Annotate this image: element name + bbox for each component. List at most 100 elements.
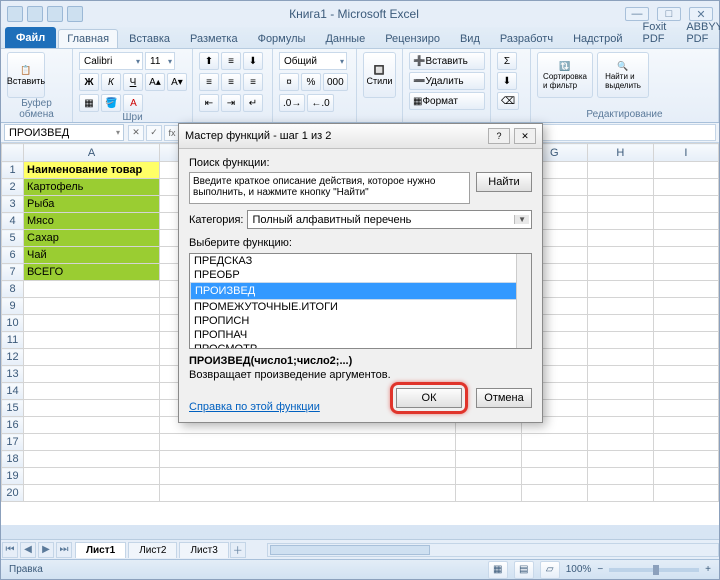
zoom-out-button[interactable]: − — [597, 564, 603, 575]
tab-abbyy[interactable]: ABBYY PDF — [677, 17, 720, 48]
underline-button[interactable]: Ч — [123, 73, 143, 91]
undo-icon[interactable] — [47, 6, 63, 22]
col-header[interactable]: I — [653, 144, 718, 162]
find-button[interactable]: Найти — [476, 172, 532, 192]
last-sheet-icon[interactable]: ⏭ — [56, 542, 72, 558]
col-header[interactable]: H — [587, 144, 653, 162]
cell[interactable] — [24, 451, 160, 468]
next-sheet-icon[interactable]: ▶ — [38, 542, 54, 558]
dialog-help-icon[interactable]: ? — [488, 128, 510, 144]
align-mid-button[interactable]: ≡ — [221, 52, 241, 70]
row-header[interactable]: 20 — [2, 485, 24, 502]
tab-layout[interactable]: Разметка — [181, 29, 247, 48]
function-list-item[interactable]: ПРОИЗВЕД — [190, 282, 531, 300]
row-header[interactable]: 6 — [2, 247, 24, 264]
cell[interactable]: ВСЕГО — [24, 264, 160, 281]
tab-developer[interactable]: Разработч — [491, 29, 562, 48]
help-link[interactable]: Справка по этой функции — [189, 401, 320, 413]
autosum-button[interactable]: Σ — [497, 52, 517, 70]
find-select-button[interactable]: 🔍Найти и выделить — [597, 52, 649, 98]
paste-button[interactable]: 📋Вставить — [7, 52, 45, 98]
row-header[interactable]: 9 — [2, 298, 24, 315]
cell[interactable] — [24, 315, 160, 332]
tab-view[interactable]: Вид — [451, 29, 489, 48]
dialog-title-bar[interactable]: Мастер функций - шаг 1 из 2 ? ✕ — [179, 124, 542, 149]
row-header[interactable]: 5 — [2, 230, 24, 247]
dialog-close-icon[interactable]: ✕ — [514, 128, 536, 144]
cells-insert-button[interactable]: ➕ Вставить — [409, 52, 485, 70]
cell[interactable]: Наименование товар — [24, 162, 160, 179]
row-header[interactable]: 8 — [2, 281, 24, 298]
function-list-item[interactable]: ПРОПНАЧ — [190, 328, 531, 342]
first-sheet-icon[interactable]: ⏮ — [2, 542, 18, 558]
align-left-button[interactable]: ≡ — [199, 73, 219, 91]
cell[interactable]: Чай — [24, 247, 160, 264]
styles-button[interactable]: 🔲Стили — [363, 52, 396, 98]
fill-button[interactable]: ⬇ — [497, 72, 517, 90]
cancel-formula-icon[interactable]: ✕ — [128, 125, 144, 141]
view-break-icon[interactable]: ▱ — [540, 561, 560, 579]
row-header[interactable]: 4 — [2, 213, 24, 230]
function-list-item[interactable]: ПРОМЕЖУТОЧНЫЕ.ИТОГИ — [190, 300, 531, 314]
sheet-tab[interactable]: Лист2 — [128, 542, 177, 558]
save-icon[interactable] — [27, 6, 43, 22]
search-input[interactable]: Введите краткое описание действия, котор… — [189, 172, 470, 204]
ok-button[interactable]: ОК — [396, 388, 462, 408]
cells-delete-button[interactable]: ➖ Удалить — [409, 72, 485, 90]
prev-sheet-icon[interactable]: ◀ — [20, 542, 36, 558]
border-button[interactable]: ▦ — [79, 94, 99, 112]
row-header[interactable]: 19 — [2, 468, 24, 485]
row-header[interactable]: 17 — [2, 434, 24, 451]
align-bot-button[interactable]: ⬇ — [243, 52, 263, 70]
shrink-font-button[interactable]: A▾ — [167, 73, 187, 91]
enter-formula-icon[interactable]: ✓ — [146, 125, 162, 141]
new-sheet-icon[interactable]: ＋ — [230, 542, 246, 558]
cell[interactable] — [24, 349, 160, 366]
category-select[interactable]: Полный алфавитный перечень — [247, 210, 532, 229]
cells-format-button[interactable]: ▦ Формат — [409, 92, 485, 110]
tab-formulas[interactable]: Формулы — [249, 29, 315, 48]
row-header[interactable]: 13 — [2, 366, 24, 383]
row-header[interactable]: 16 — [2, 417, 24, 434]
sheet-tab[interactable]: Лист3 — [179, 542, 228, 558]
row-header[interactable]: 14 — [2, 383, 24, 400]
excel-icon[interactable] — [7, 6, 23, 22]
row-header[interactable]: 11 — [2, 332, 24, 349]
cell[interactable]: Сахар — [24, 230, 160, 247]
comma-button[interactable]: 000 — [323, 73, 348, 91]
indent-inc-button[interactable]: ⇥ — [221, 94, 241, 112]
italic-button[interactable]: К — [101, 73, 121, 91]
horizontal-scrollbar[interactable] — [267, 543, 719, 557]
clear-button[interactable]: ⌫ — [497, 92, 519, 110]
row-header[interactable]: 7 — [2, 264, 24, 281]
cell[interactable] — [24, 468, 160, 485]
name-box[interactable]: ПРОИЗВЕД — [4, 124, 124, 141]
row-header[interactable]: 10 — [2, 315, 24, 332]
tab-review[interactable]: Рецензиро — [376, 29, 449, 48]
row-header[interactable]: 12 — [2, 349, 24, 366]
view-layout-icon[interactable]: ▤ — [514, 561, 534, 579]
cell[interactable] — [24, 400, 160, 417]
function-list-item[interactable]: ПРЕДСКАЗ — [190, 254, 531, 268]
row-header[interactable]: 15 — [2, 400, 24, 417]
zoom-in-button[interactable]: + — [705, 564, 711, 575]
align-right-button[interactable]: ≡ — [243, 73, 263, 91]
cell[interactable]: Рыба — [24, 196, 160, 213]
function-list-item[interactable]: ПРОСМОТР — [190, 342, 531, 349]
fill-color-button[interactable]: 🪣 — [101, 94, 121, 112]
row-header[interactable]: 18 — [2, 451, 24, 468]
cell[interactable] — [24, 281, 160, 298]
align-top-button[interactable]: ⬆ — [199, 52, 219, 70]
inc-decimal-button[interactable]: .0→ — [279, 94, 305, 112]
view-normal-icon[interactable]: ▦ — [488, 561, 508, 579]
row-header[interactable]: 1 — [2, 162, 24, 179]
percent-button[interactable]: % — [301, 73, 321, 91]
cell[interactable] — [24, 434, 160, 451]
indent-dec-button[interactable]: ⇤ — [199, 94, 219, 112]
wrap-button[interactable]: ↵ — [243, 94, 263, 112]
select-all-button[interactable] — [2, 144, 24, 162]
cell[interactable] — [24, 366, 160, 383]
tab-foxit[interactable]: Foxit PDF — [633, 17, 675, 48]
col-header[interactable]: A — [24, 144, 160, 162]
sheet-tab[interactable]: Лист1 — [75, 542, 126, 558]
